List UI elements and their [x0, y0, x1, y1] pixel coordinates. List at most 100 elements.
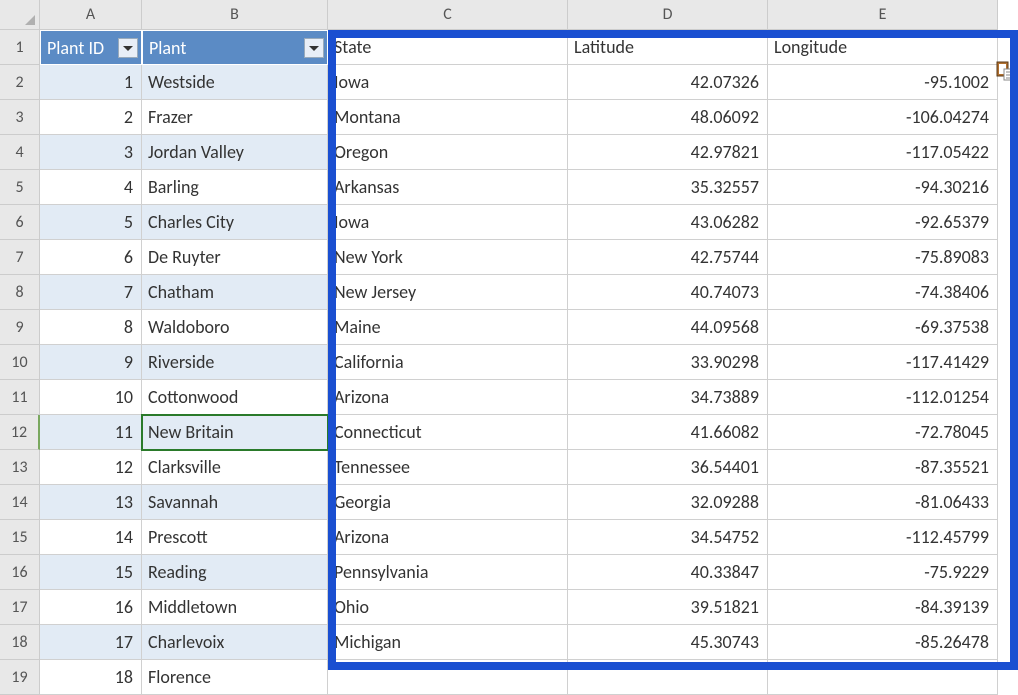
cell-plant-id[interactable]: 7 — [40, 275, 142, 310]
row-header[interactable]: 18 — [0, 625, 40, 660]
cell-plant-id[interactable]: 17 — [40, 625, 142, 660]
cell-state[interactable]: Iowa — [328, 205, 568, 240]
row-header[interactable]: 17 — [0, 590, 40, 625]
cell-state[interactable] — [328, 660, 568, 695]
cell-plant[interactable]: Jordan Valley — [142, 135, 328, 170]
row-header[interactable]: 16 — [0, 555, 40, 590]
cell-longitude[interactable]: -95.1002 — [768, 65, 998, 100]
cell-plant[interactable]: Reading — [142, 555, 328, 590]
cell-latitude[interactable]: 34.54752 — [568, 520, 768, 555]
cell-plant-id[interactable]: 18 — [40, 660, 142, 695]
cell-longitude[interactable]: -74.38406 — [768, 275, 998, 310]
cell-state[interactable]: Michigan — [328, 625, 568, 660]
cell-longitude[interactable] — [768, 660, 998, 695]
cell-latitude[interactable]: 44.09568 — [568, 310, 768, 345]
cell-plant[interactable]: Charles City — [142, 205, 328, 240]
cell-longitude[interactable]: -117.41429 — [768, 345, 998, 380]
row-header[interactable]: 5 — [0, 170, 40, 205]
cell-longitude[interactable]: -92.65379 — [768, 205, 998, 240]
cell-plant[interactable]: New Britain — [142, 415, 328, 450]
cell-plant[interactable]: Savannah — [142, 485, 328, 520]
cell-longitude[interactable]: -84.39139 — [768, 590, 998, 625]
cell-state[interactable]: Tennessee — [328, 450, 568, 485]
header-plant-id[interactable]: Plant ID — [40, 30, 142, 65]
cell-longitude[interactable]: -117.05422 — [768, 135, 998, 170]
cell-plant-id[interactable]: 6 — [40, 240, 142, 275]
cell-plant-id[interactable]: 9 — [40, 345, 142, 380]
cell-plant[interactable]: Riverside — [142, 345, 328, 380]
row-header[interactable]: 4 — [0, 135, 40, 170]
row-header[interactable]: 10 — [0, 345, 40, 380]
cell-state[interactable]: Connecticut — [328, 415, 568, 450]
row-header[interactable]: 1 — [0, 30, 40, 65]
cell-state[interactable]: Arkansas — [328, 170, 568, 205]
row-header[interactable]: 12 — [0, 415, 40, 450]
cell-state[interactable]: Georgia — [328, 485, 568, 520]
cell-plant[interactable]: Barling — [142, 170, 328, 205]
cell-plant-id[interactable]: 15 — [40, 555, 142, 590]
cell-plant-id[interactable]: 10 — [40, 380, 142, 415]
cell-latitude[interactable] — [568, 660, 768, 695]
select-all-corner[interactable] — [0, 0, 40, 30]
cell-longitude[interactable]: -112.01254 — [768, 380, 998, 415]
cell-plant[interactable]: Florence — [142, 660, 328, 695]
cell-plant-id[interactable]: 14 — [40, 520, 142, 555]
row-header[interactable]: 11 — [0, 380, 40, 415]
cell-plant-id[interactable]: 8 — [40, 310, 142, 345]
row-header[interactable]: 3 — [0, 100, 40, 135]
column-header-A[interactable]: A — [40, 0, 142, 30]
cell-latitude[interactable]: 40.74073 — [568, 275, 768, 310]
row-header[interactable]: 2 — [0, 65, 40, 100]
cell-plant[interactable]: Chatham — [142, 275, 328, 310]
cell-state[interactable]: Ohio — [328, 590, 568, 625]
cell-latitude[interactable]: 40.33847 — [568, 555, 768, 590]
cell-plant[interactable]: Westside — [142, 65, 328, 100]
cell-latitude[interactable]: 41.66082 — [568, 415, 768, 450]
header-latitude[interactable]: Latitude — [568, 30, 768, 65]
cell-latitude[interactable]: 39.51821 — [568, 590, 768, 625]
row-header[interactable]: 19 — [0, 660, 40, 695]
cell-plant[interactable]: Cottonwood — [142, 380, 328, 415]
row-header[interactable]: 8 — [0, 275, 40, 310]
cell-plant-id[interactable]: 3 — [40, 135, 142, 170]
cell-plant[interactable]: Prescott — [142, 520, 328, 555]
cell-longitude[interactable]: -72.78045 — [768, 415, 998, 450]
row-header[interactable]: 15 — [0, 520, 40, 555]
cell-longitude[interactable]: -69.37538 — [768, 310, 998, 345]
cell-state[interactable]: New Jersey — [328, 275, 568, 310]
cell-plant-id[interactable]: 12 — [40, 450, 142, 485]
cell-plant-id[interactable]: 5 — [40, 205, 142, 240]
filter-dropdown-plant-id[interactable] — [118, 38, 138, 58]
cell-latitude[interactable]: 45.30743 — [568, 625, 768, 660]
row-header[interactable]: 13 — [0, 450, 40, 485]
column-header-E[interactable]: E — [768, 0, 998, 30]
cell-state[interactable]: Montana — [328, 100, 568, 135]
cell-plant[interactable]: Frazer — [142, 100, 328, 135]
cell-state[interactable]: Pennsylvania — [328, 555, 568, 590]
cell-latitude[interactable]: 32.09288 — [568, 485, 768, 520]
header-state[interactable]: State — [328, 30, 568, 65]
cell-plant-id[interactable]: 4 — [40, 170, 142, 205]
cell-state[interactable]: Iowa — [328, 65, 568, 100]
cell-longitude[interactable]: -75.9229 — [768, 555, 998, 590]
cell-latitude[interactable]: 35.32557 — [568, 170, 768, 205]
cell-state[interactable]: Arizona — [328, 520, 568, 555]
cell-state[interactable]: New York — [328, 240, 568, 275]
cell-state[interactable]: California — [328, 345, 568, 380]
cell-plant[interactable]: Waldoboro — [142, 310, 328, 345]
cell-latitude[interactable]: 36.54401 — [568, 450, 768, 485]
column-header-B[interactable]: B — [142, 0, 328, 30]
cell-latitude[interactable]: 42.75744 — [568, 240, 768, 275]
cell-latitude[interactable]: 42.97821 — [568, 135, 768, 170]
spreadsheet-grid[interactable]: ABCDE1Plant IDPlantStateLatitudeLongitud… — [0, 0, 1018, 695]
cell-plant-id[interactable]: 11 — [40, 415, 142, 450]
filter-dropdown-plant[interactable] — [304, 38, 324, 58]
cell-latitude[interactable]: 33.90298 — [568, 345, 768, 380]
cell-plant-id[interactable]: 13 — [40, 485, 142, 520]
cell-state[interactable]: Oregon — [328, 135, 568, 170]
cell-latitude[interactable]: 48.06092 — [568, 100, 768, 135]
cell-plant[interactable]: Clarksville — [142, 450, 328, 485]
row-header[interactable]: 6 — [0, 205, 40, 240]
cell-plant[interactable]: Charlevoix — [142, 625, 328, 660]
cell-latitude[interactable]: 34.73889 — [568, 380, 768, 415]
